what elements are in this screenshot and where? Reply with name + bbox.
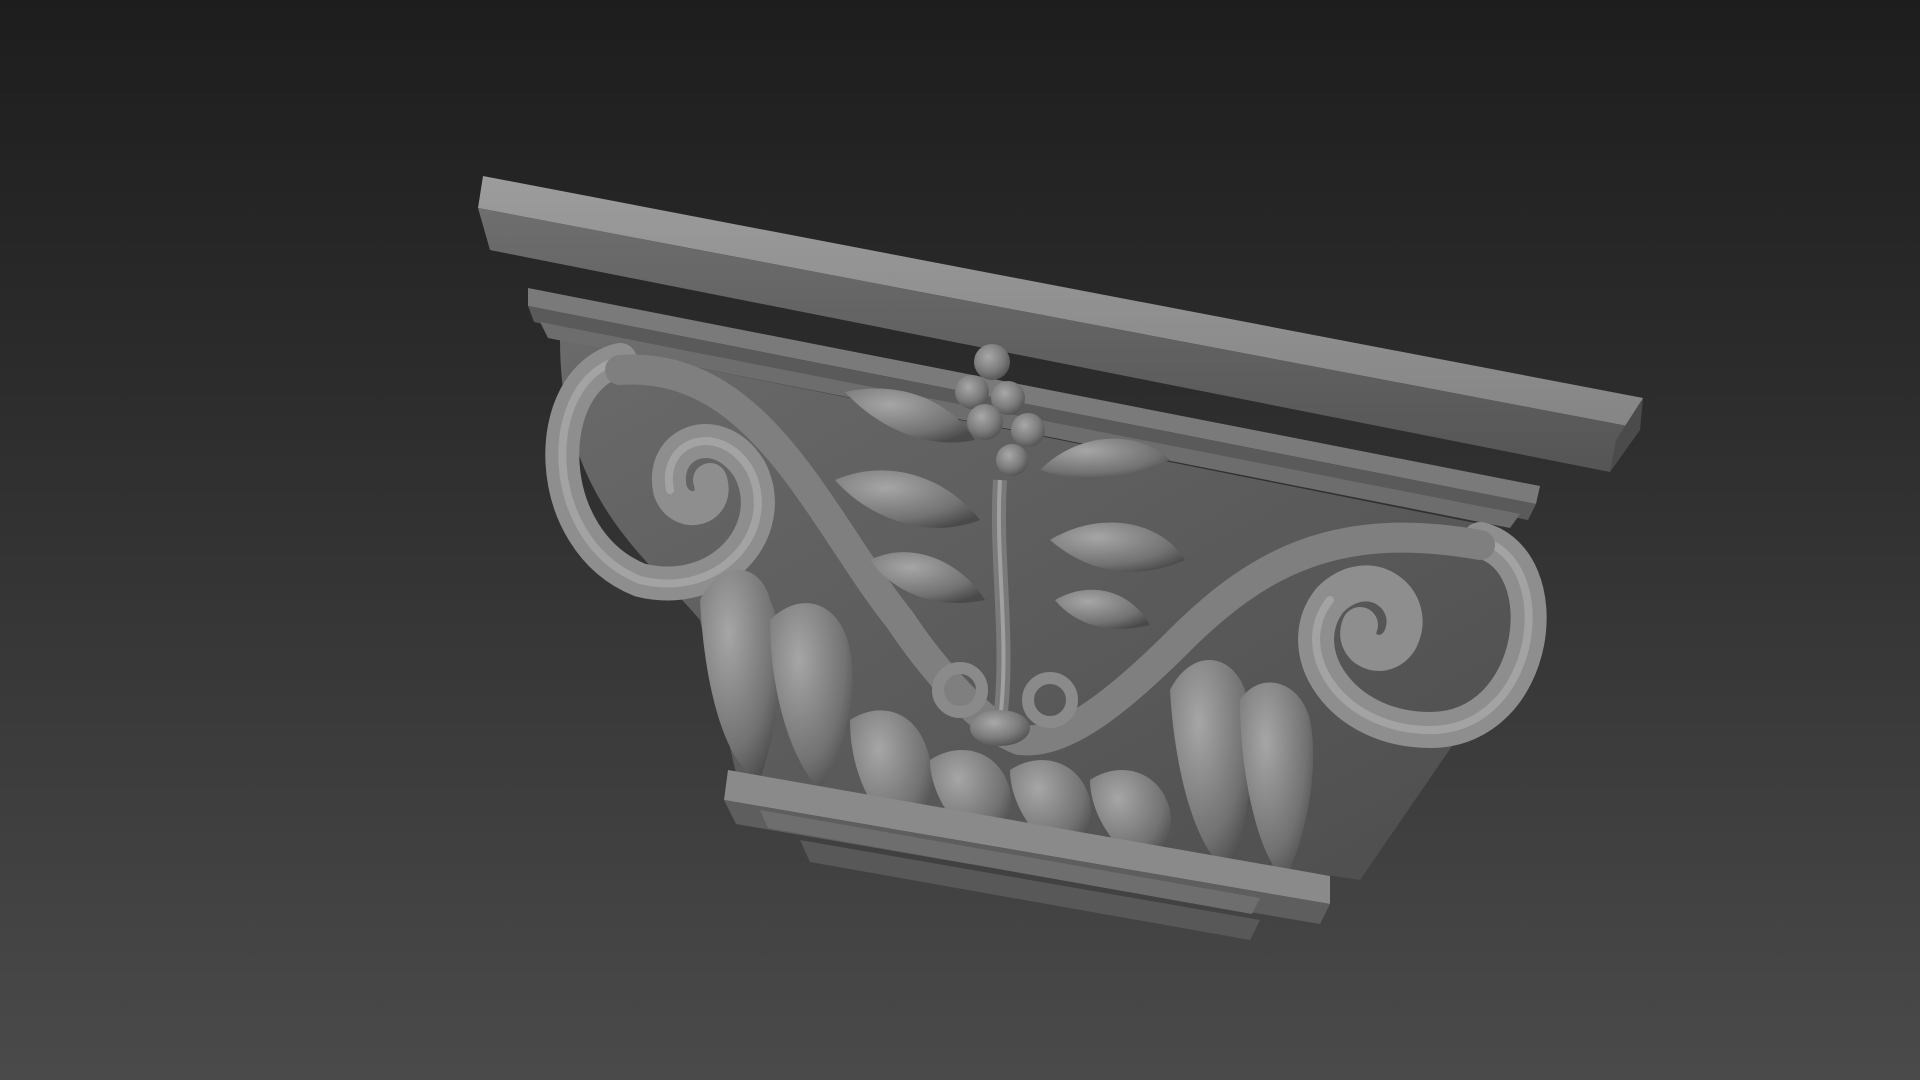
pilaster-capital-model <box>478 176 1643 940</box>
render-viewport <box>0 0 1920 1080</box>
